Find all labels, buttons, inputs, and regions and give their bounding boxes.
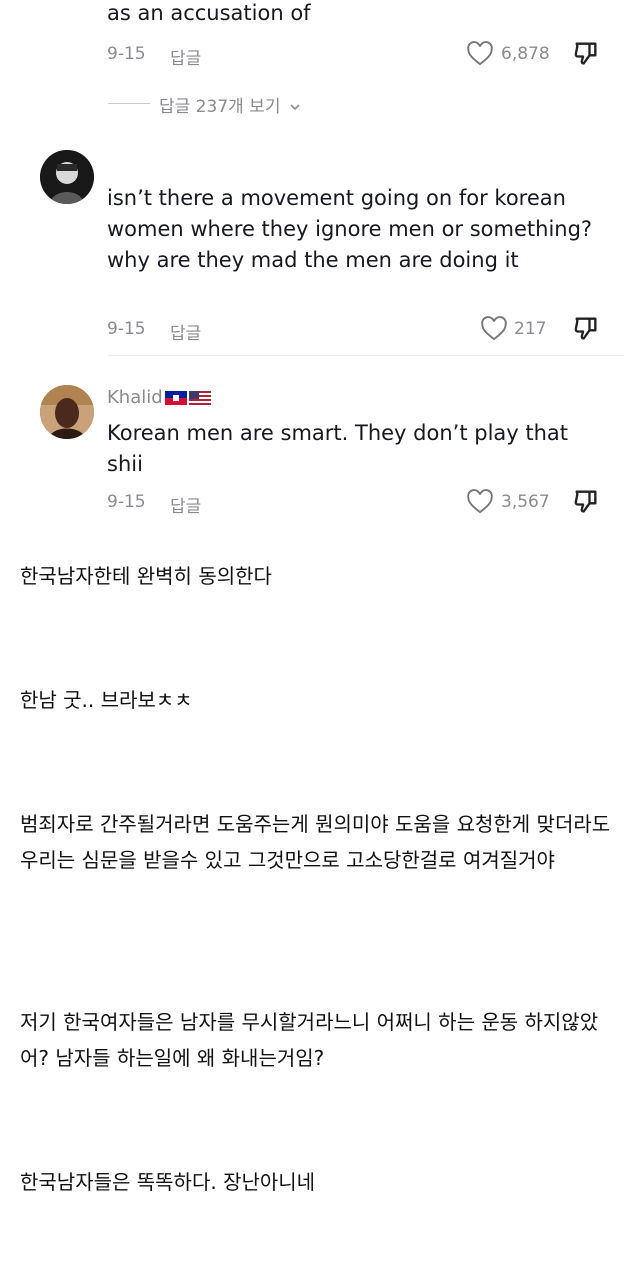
translation-text: 한남 굿.. 브라보ㅊㅊ bbox=[20, 688, 193, 712]
avatar[interactable] bbox=[40, 385, 94, 439]
haiti-flag-icon bbox=[164, 390, 187, 405]
username: Khalid bbox=[107, 387, 163, 408]
reply-button[interactable]: 답글 bbox=[170, 319, 201, 344]
like-count: 217 bbox=[514, 319, 547, 339]
us-flag-icon bbox=[188, 390, 211, 405]
reply-button[interactable]: 답글 bbox=[170, 44, 201, 69]
chevron-down-icon bbox=[290, 104, 300, 111]
like-button[interactable] bbox=[466, 488, 496, 516]
thumbs-down-icon bbox=[574, 317, 597, 340]
comment-text: Korean men are smart. They don’t play th… bbox=[107, 421, 569, 476]
comment-text: as an accusation of bbox=[107, 1, 311, 25]
translation-text: 한국남자한테 완벽히 동의한다 bbox=[20, 564, 272, 588]
reply-button[interactable]: 답글 bbox=[170, 492, 201, 517]
heart-outline-icon bbox=[481, 316, 507, 341]
thumbs-down-icon bbox=[574, 42, 597, 65]
avatar-image bbox=[40, 150, 94, 204]
translation-text: 한국남자들은 똑똑하다. 장난아니네 bbox=[20, 1170, 316, 1194]
heart-outline-icon bbox=[467, 489, 493, 514]
thumbs-down-icon bbox=[574, 490, 597, 513]
comment-date: 9-15 bbox=[107, 492, 146, 512]
avatar[interactable] bbox=[40, 150, 94, 204]
view-replies-link[interactable]: 답글 237개 보기 bbox=[159, 92, 301, 117]
avatar-image bbox=[40, 385, 94, 439]
translation-text: 범죄자로 간주될거라면 도움주는게 뭔의미야 도움을 요청한게 맞더라도 우리는… bbox=[20, 812, 611, 872]
like-count: 6,878 bbox=[501, 44, 550, 64]
like-button[interactable] bbox=[480, 315, 510, 343]
comment-date: 9-15 bbox=[107, 44, 146, 64]
divider-line bbox=[108, 355, 624, 356]
translation-text: 저기 한국여자들은 남자를 무시할거라느니 어쩌니 하는 운동 하지않았어? 남… bbox=[20, 1010, 599, 1070]
divider-line bbox=[108, 103, 150, 104]
like-button[interactable] bbox=[466, 40, 496, 68]
dislike-button[interactable] bbox=[572, 39, 602, 69]
dislike-button[interactable] bbox=[572, 487, 602, 517]
comment-author[interactable]: Khalid bbox=[107, 387, 211, 408]
view-replies-label: 답글 237개 보기 bbox=[159, 97, 281, 117]
heart-outline-icon bbox=[467, 41, 493, 66]
like-count: 3,567 bbox=[501, 492, 550, 512]
comment-text: isn’t there a movement going on for kore… bbox=[107, 186, 593, 272]
comment-date: 9-15 bbox=[107, 319, 146, 339]
dislike-button[interactable] bbox=[572, 314, 602, 344]
